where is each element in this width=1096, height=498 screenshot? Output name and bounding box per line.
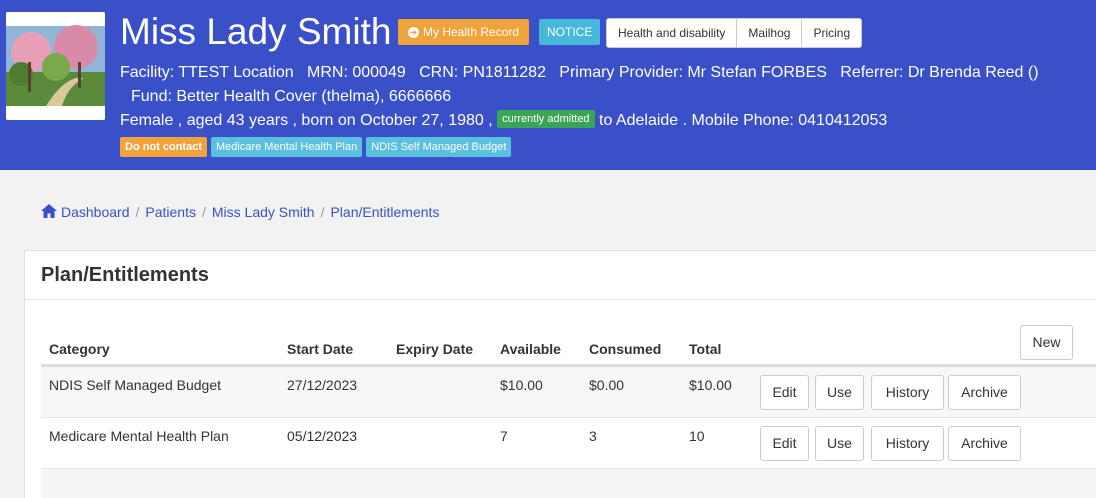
table-row: Medicare Mental Health Plan 05/12/2023 7… bbox=[41, 418, 1096, 469]
breadcrumb-patients[interactable]: Patients bbox=[145, 204, 196, 220]
tag-ndis-self-managed-budget: NDIS Self Managed Budget bbox=[366, 137, 512, 157]
admitted-badge: currently admitted bbox=[497, 110, 595, 128]
new-button[interactable]: New bbox=[1020, 325, 1073, 360]
column-header-category[interactable]: Category bbox=[49, 341, 110, 357]
breadcrumb-current[interactable]: Plan/Entitlements bbox=[330, 204, 439, 220]
column-header-expiry-date[interactable]: Expiry Date bbox=[396, 341, 473, 357]
column-header-available[interactable]: Available bbox=[500, 341, 561, 357]
archive-button[interactable]: Archive bbox=[948, 426, 1021, 461]
cell-consumed: 3 bbox=[589, 428, 597, 444]
cell-category: NDIS Self Managed Budget bbox=[49, 377, 221, 393]
history-button[interactable]: History bbox=[871, 375, 944, 410]
header-tab-group: Health and disability Mailhog Pricing bbox=[606, 18, 863, 48]
tag-medicare-mental-health-plan: Medicare Mental Health Plan bbox=[211, 137, 363, 157]
patient-fund-line: Fund: Better Health Cover (thelma), 6666… bbox=[131, 88, 452, 105]
tag-do-not-contact: Do not contact bbox=[120, 137, 207, 157]
arrow-circle-right-icon: ➔ bbox=[408, 26, 419, 38]
archive-button[interactable]: Archive bbox=[948, 375, 1021, 410]
patient-info-line-1: Facility: TTEST Location MRN: 000049 CRN… bbox=[120, 64, 1039, 81]
panel-divider bbox=[25, 299, 1096, 300]
table-row: NDIS Self Managed Budget 27/12/2023 $10.… bbox=[41, 367, 1096, 418]
patient-header: Miss Lady Smith ➔ My Health Record NOTIC… bbox=[0, 0, 1096, 170]
edit-button[interactable]: Edit bbox=[760, 375, 809, 410]
my-health-record-button[interactable]: ➔ My Health Record bbox=[398, 19, 530, 45]
cell-available: $10.00 bbox=[500, 377, 543, 393]
table-footer bbox=[41, 469, 1096, 498]
breadcrumb-separator: / bbox=[135, 204, 140, 220]
edit-button[interactable]: Edit bbox=[760, 426, 809, 461]
cell-start-date: 27/12/2023 bbox=[287, 377, 358, 393]
column-header-start-date[interactable]: Start Date bbox=[287, 341, 353, 357]
use-button[interactable]: Use bbox=[815, 375, 864, 410]
breadcrumb-separator: / bbox=[201, 204, 206, 220]
notice-button[interactable]: NOTICE bbox=[539, 19, 601, 45]
breadcrumb-separator: / bbox=[320, 204, 325, 220]
breadcrumb-dashboard[interactable]: Dashboard bbox=[61, 204, 130, 220]
patient-tags: Do not contact Medicare Mental Health Pl… bbox=[120, 137, 512, 157]
history-button[interactable]: History bbox=[871, 426, 944, 461]
cell-consumed: $0.00 bbox=[589, 377, 625, 393]
column-header-total[interactable]: Total bbox=[689, 341, 721, 357]
demographics-text: Female , aged 43 years , born on October… bbox=[120, 112, 498, 130]
tab-mailhog[interactable]: Mailhog bbox=[737, 19, 803, 47]
patient-name: Miss Lady Smith bbox=[120, 11, 392, 52]
tab-pricing[interactable]: Pricing bbox=[802, 19, 861, 47]
cell-available: 7 bbox=[500, 428, 508, 444]
home-icon bbox=[41, 204, 57, 218]
use-button[interactable]: Use bbox=[815, 426, 864, 461]
cell-start-date: 05/12/2023 bbox=[287, 428, 358, 444]
plan-entitlements-panel: Plan/Entitlements New Category Start Dat… bbox=[24, 250, 1096, 498]
cell-total: 10 bbox=[689, 428, 705, 444]
cell-total: $10.00 bbox=[689, 377, 732, 393]
breadcrumb-patient[interactable]: Miss Lady Smith bbox=[212, 204, 315, 220]
cell-category: Medicare Mental Health Plan bbox=[49, 428, 229, 444]
breadcrumb: Dashboard / Patients / Miss Lady Smith / Plan/… bbox=[41, 204, 439, 220]
tab-health-and-disability[interactable]: Health and disability bbox=[607, 19, 738, 47]
panel-title: Plan/Entitlements bbox=[41, 264, 209, 286]
patient-avatar bbox=[6, 12, 105, 120]
patient-demographics-line: Female , aged 43 years , born on October… bbox=[120, 110, 888, 130]
location-phone-text: to Adelaide . Mobile Phone: 0410412053 bbox=[594, 112, 888, 130]
column-header-consumed[interactable]: Consumed bbox=[589, 341, 661, 357]
my-health-record-label: My Health Record bbox=[423, 25, 520, 39]
